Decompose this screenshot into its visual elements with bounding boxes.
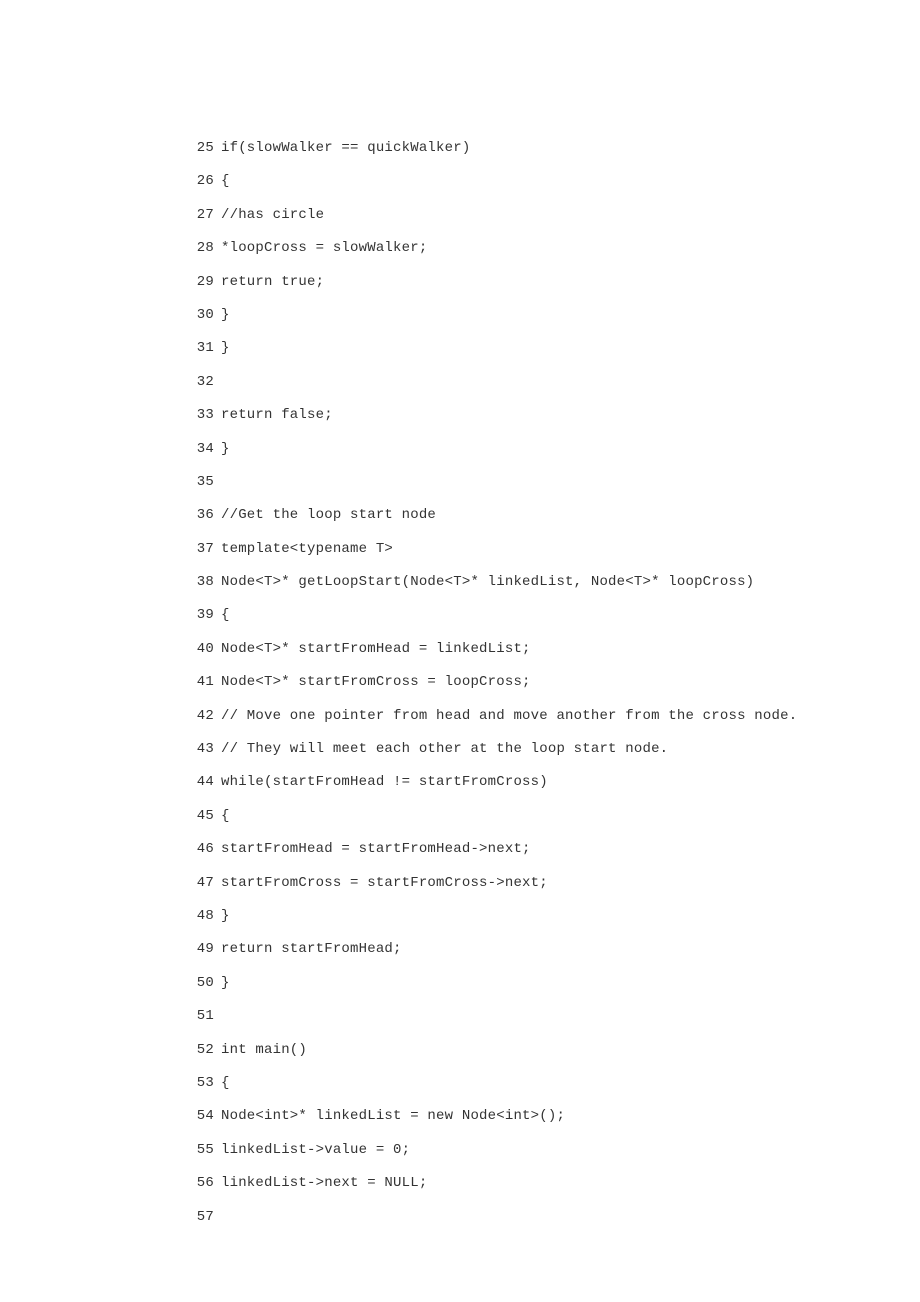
line-number: 55 <box>192 1142 214 1158</box>
code-line: 53 { <box>192 1075 920 1108</box>
code-text: Node<int>* linkedList = new Node<int>(); <box>221 1108 565 1124</box>
code-line: 57 <box>192 1209 920 1242</box>
code-page: 25 if(slowWalker == quickWalker) 26 { 27 //… <box>0 0 920 1302</box>
code-line: 30} <box>192 307 920 340</box>
code-line: 29 return true; <box>192 274 920 307</box>
code-text: int main() <box>221 1042 307 1058</box>
code-text: Node<T>* getLoopStart(Node<T>* linkedLis… <box>221 574 754 590</box>
line-number: 32 <box>192 374 214 390</box>
code-text: return true; <box>221 274 324 290</box>
code-line: 49 return startFromHead; <box>192 941 920 974</box>
line-number: 39 <box>192 607 214 623</box>
code-line: 54 Node<int>* linkedList = new Node<int>(… <box>192 1108 920 1141</box>
code-line: 37 template<typename T> <box>192 541 920 574</box>
code-line: 48} <box>192 908 920 941</box>
code-text: } <box>221 975 230 991</box>
code-line: 27 //has circle <box>192 207 920 240</box>
code-line: 56 linkedList->next = NULL; <box>192 1175 920 1208</box>
code-text: // Move one pointer from head and move a… <box>221 708 797 724</box>
code-text: Node<T>* startFromCross = loopCross; <box>221 674 531 690</box>
code-text: } <box>221 908 230 924</box>
code-line: 33 return false; <box>192 407 920 440</box>
line-number: 29 <box>192 274 214 290</box>
line-number: 38 <box>192 574 214 590</box>
line-number: 47 <box>192 875 214 891</box>
code-text: return false; <box>221 407 333 423</box>
code-text: template<typename T> <box>221 541 393 557</box>
code-text: //has circle <box>221 207 324 223</box>
code-line: 35 <box>192 474 920 507</box>
line-number: 35 <box>192 474 214 490</box>
code-text: while(startFromHead != startFromCross) <box>221 774 548 790</box>
code-line: 46 startFromHead = startFromHead->next; <box>192 841 920 874</box>
line-number: 40 <box>192 641 214 657</box>
code-line: 31} <box>192 340 920 373</box>
code-text: } <box>221 340 230 356</box>
code-line: 45 { <box>192 808 920 841</box>
code-line: 42 // Move one pointer from head and move… <box>192 708 920 741</box>
line-number: 45 <box>192 808 214 824</box>
code-line: 55 linkedList->value = 0; <box>192 1142 920 1175</box>
code-line: 32 <box>192 374 920 407</box>
line-number: 56 <box>192 1175 214 1191</box>
line-number: 54 <box>192 1108 214 1124</box>
code-text: *loopCross = slowWalker; <box>221 240 427 256</box>
line-number: 48 <box>192 908 214 924</box>
code-line: 51 <box>192 1008 920 1041</box>
line-number: 31 <box>192 340 214 356</box>
code-text: startFromCross = startFromCross->next; <box>221 875 548 891</box>
code-text: { <box>221 808 230 824</box>
line-number: 28 <box>192 240 214 256</box>
code-text: if(slowWalker == quickWalker) <box>221 140 470 156</box>
line-number: 57 <box>192 1209 214 1225</box>
code-line: 41 Node<T>* startFromCross = loopCross; <box>192 674 920 707</box>
line-number: 27 <box>192 207 214 223</box>
code-text: { <box>221 607 230 623</box>
code-line: 25 if(slowWalker == quickWalker) <box>192 140 920 173</box>
line-number: 53 <box>192 1075 214 1091</box>
line-number: 30 <box>192 307 214 323</box>
code-line: 39 { <box>192 607 920 640</box>
line-number: 46 <box>192 841 214 857</box>
code-line: 52 int main() <box>192 1042 920 1075</box>
code-text: { <box>221 173 230 189</box>
line-number: 33 <box>192 407 214 423</box>
code-text: } <box>221 441 230 457</box>
code-text: linkedList->value = 0; <box>221 1142 410 1158</box>
code-text: //Get the loop start node <box>221 507 436 523</box>
code-line: 36 //Get the loop start node <box>192 507 920 540</box>
line-number: 42 <box>192 708 214 724</box>
code-line: 44 while(startFromHead != startFromCross) <box>192 774 920 807</box>
code-line: 40 Node<T>* startFromHead = linkedList; <box>192 641 920 674</box>
line-number: 26 <box>192 173 214 189</box>
code-text: // They will meet each other at the loop… <box>221 741 668 757</box>
code-line: 47 startFromCross = startFromCross->next; <box>192 875 920 908</box>
line-number: 43 <box>192 741 214 757</box>
code-text: { <box>221 1075 230 1091</box>
line-number: 25 <box>192 140 214 156</box>
code-text: Node<T>* startFromHead = linkedList; <box>221 641 531 657</box>
line-number: 41 <box>192 674 214 690</box>
code-text: linkedList->next = NULL; <box>221 1175 427 1191</box>
line-number: 51 <box>192 1008 214 1024</box>
code-text: } <box>221 307 230 323</box>
code-line: 50} <box>192 975 920 1008</box>
code-text: startFromHead = startFromHead->next; <box>221 841 531 857</box>
code-text: return startFromHead; <box>221 941 402 957</box>
code-line: 26 { <box>192 173 920 206</box>
line-number: 34 <box>192 441 214 457</box>
code-line: 38 Node<T>* getLoopStart(Node<T>* linkedL… <box>192 574 920 607</box>
line-number: 44 <box>192 774 214 790</box>
line-number: 52 <box>192 1042 214 1058</box>
line-number: 37 <box>192 541 214 557</box>
line-number: 36 <box>192 507 214 523</box>
code-line: 34} <box>192 441 920 474</box>
code-line: 28 *loopCross = slowWalker; <box>192 240 920 273</box>
code-line: 43 // They will meet each other at the lo… <box>192 741 920 774</box>
line-number: 50 <box>192 975 214 991</box>
line-number: 49 <box>192 941 214 957</box>
